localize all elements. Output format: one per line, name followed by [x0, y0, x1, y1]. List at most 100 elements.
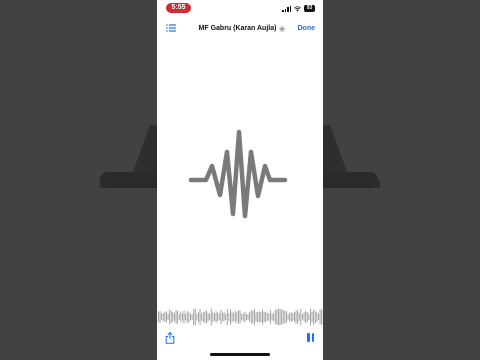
waveform-bar	[258, 311, 260, 323]
waveform-bar	[310, 308, 311, 326]
waveform-bar	[318, 313, 319, 321]
audio-waveform-scrubber[interactable]	[157, 306, 323, 328]
waveform-bar	[210, 308, 212, 326]
waveform-bar	[158, 311, 159, 323]
waveform-bar	[177, 310, 179, 324]
waveform-bar	[292, 313, 294, 321]
waveform-bar	[286, 311, 287, 323]
wifi-icon	[294, 5, 301, 11]
waveform-bar	[284, 310, 286, 324]
waveform-bar	[238, 309, 239, 324]
status-bar: 5:55 93	[157, 0, 323, 17]
waveform-bar	[212, 311, 214, 323]
waveform-bar	[270, 310, 271, 324]
waveform-bar	[254, 308, 255, 326]
waveform-bar	[183, 310, 185, 324]
bottom-toolbar	[157, 330, 323, 346]
waveform-bar	[167, 314, 169, 320]
waveform-bar	[161, 313, 163, 321]
waveform-bar	[276, 309, 278, 325]
waveform-bar	[262, 309, 263, 325]
waveform-bar	[246, 314, 247, 321]
waveform-bar	[279, 308, 281, 325]
waveform-bar	[306, 311, 308, 323]
list-icon[interactable]	[166, 24, 176, 32]
waveform-bar	[249, 312, 251, 322]
waveform-bar	[250, 310, 252, 324]
waveform-bar	[298, 312, 300, 322]
waveform-bar	[313, 309, 315, 325]
nav-title: MF Gabru (Karan Aujla)	[198, 25, 277, 32]
waveform-bar	[252, 310, 254, 324]
waveform-bar	[241, 313, 243, 321]
waveform-bar	[308, 314, 310, 321]
waveform-bar	[218, 313, 220, 321]
waveform-bar	[169, 309, 171, 325]
waveform-bar	[300, 308, 302, 326]
waveform-bar	[290, 312, 292, 322]
waveform-bar	[255, 312, 257, 322]
waveform-bar	[191, 314, 193, 320]
waveform-bar	[242, 313, 244, 321]
waveform-bar	[244, 311, 246, 323]
waveform-bar	[226, 308, 228, 325]
waveform-bar	[220, 309, 222, 325]
waveform-bar	[273, 312, 275, 322]
waveform-bar	[214, 313, 215, 321]
waveform-bar	[228, 313, 230, 321]
status-time: 5:55	[166, 3, 191, 13]
waveform-bar	[319, 309, 321, 325]
waveform-bar	[182, 313, 183, 321]
waveform-bar	[260, 311, 262, 323]
waveform-bar	[303, 312, 305, 322]
signal-icon	[282, 5, 291, 12]
waveform-bar	[198, 311, 199, 323]
waveform-bar	[295, 310, 297, 324]
waveform-bar	[162, 313, 164, 321]
waveform-bar	[247, 314, 249, 320]
waveform-bar	[196, 313, 198, 321]
waveform-bar	[268, 313, 270, 321]
waveform-bar	[294, 312, 295, 322]
waveform-bar	[257, 311, 259, 323]
waveform-bar	[199, 308, 201, 326]
share-icon[interactable]	[165, 332, 175, 344]
home-indicator	[210, 353, 270, 356]
waveform-bar	[170, 311, 172, 324]
waveform-bar	[185, 313, 187, 321]
waveform-bar	[321, 309, 323, 325]
waveform-bar	[239, 310, 241, 324]
nav-title-button[interactable]: MF Gabru (Karan Aujla)	[197, 23, 287, 34]
waveform-bar	[201, 313, 203, 321]
waveform-bar	[188, 311, 190, 323]
waveform-bar	[178, 314, 180, 320]
pause-button[interactable]	[306, 333, 315, 343]
waveform-bar	[289, 312, 291, 322]
waveform-bar	[305, 311, 307, 323]
waveform-bar	[314, 311, 316, 323]
waveform-bar	[164, 311, 166, 323]
waveform-bar	[271, 313, 273, 321]
nav-bar: MF Gabru (Karan Aujla) Done	[157, 18, 323, 38]
waveform-bar	[236, 312, 238, 322]
done-button[interactable]: Done	[298, 23, 316, 34]
waveform-bar	[265, 311, 267, 323]
waveform-bar	[209, 313, 211, 321]
waveform-bar	[193, 308, 195, 326]
waveform-bar	[202, 312, 204, 322]
pause-icon-bar	[307, 333, 310, 342]
waveform-bar	[174, 312, 175, 322]
phone-screen: 5:55 93 MF Gabru (Karan Aujla) Done	[157, 0, 323, 360]
waveform-bar	[311, 311, 313, 323]
waveform-bar	[172, 312, 174, 322]
waveform-bar	[278, 308, 279, 326]
waveform-bar	[215, 311, 217, 323]
waveform-bar	[204, 311, 206, 323]
chevron-down-circle-icon	[279, 25, 286, 32]
waveform-bar	[166, 311, 167, 323]
waveform-bar	[274, 309, 276, 325]
status-icons: 93	[282, 4, 315, 13]
waveform-bar	[231, 311, 233, 323]
waveform-bar	[217, 312, 219, 322]
waveform-bar	[233, 313, 235, 321]
